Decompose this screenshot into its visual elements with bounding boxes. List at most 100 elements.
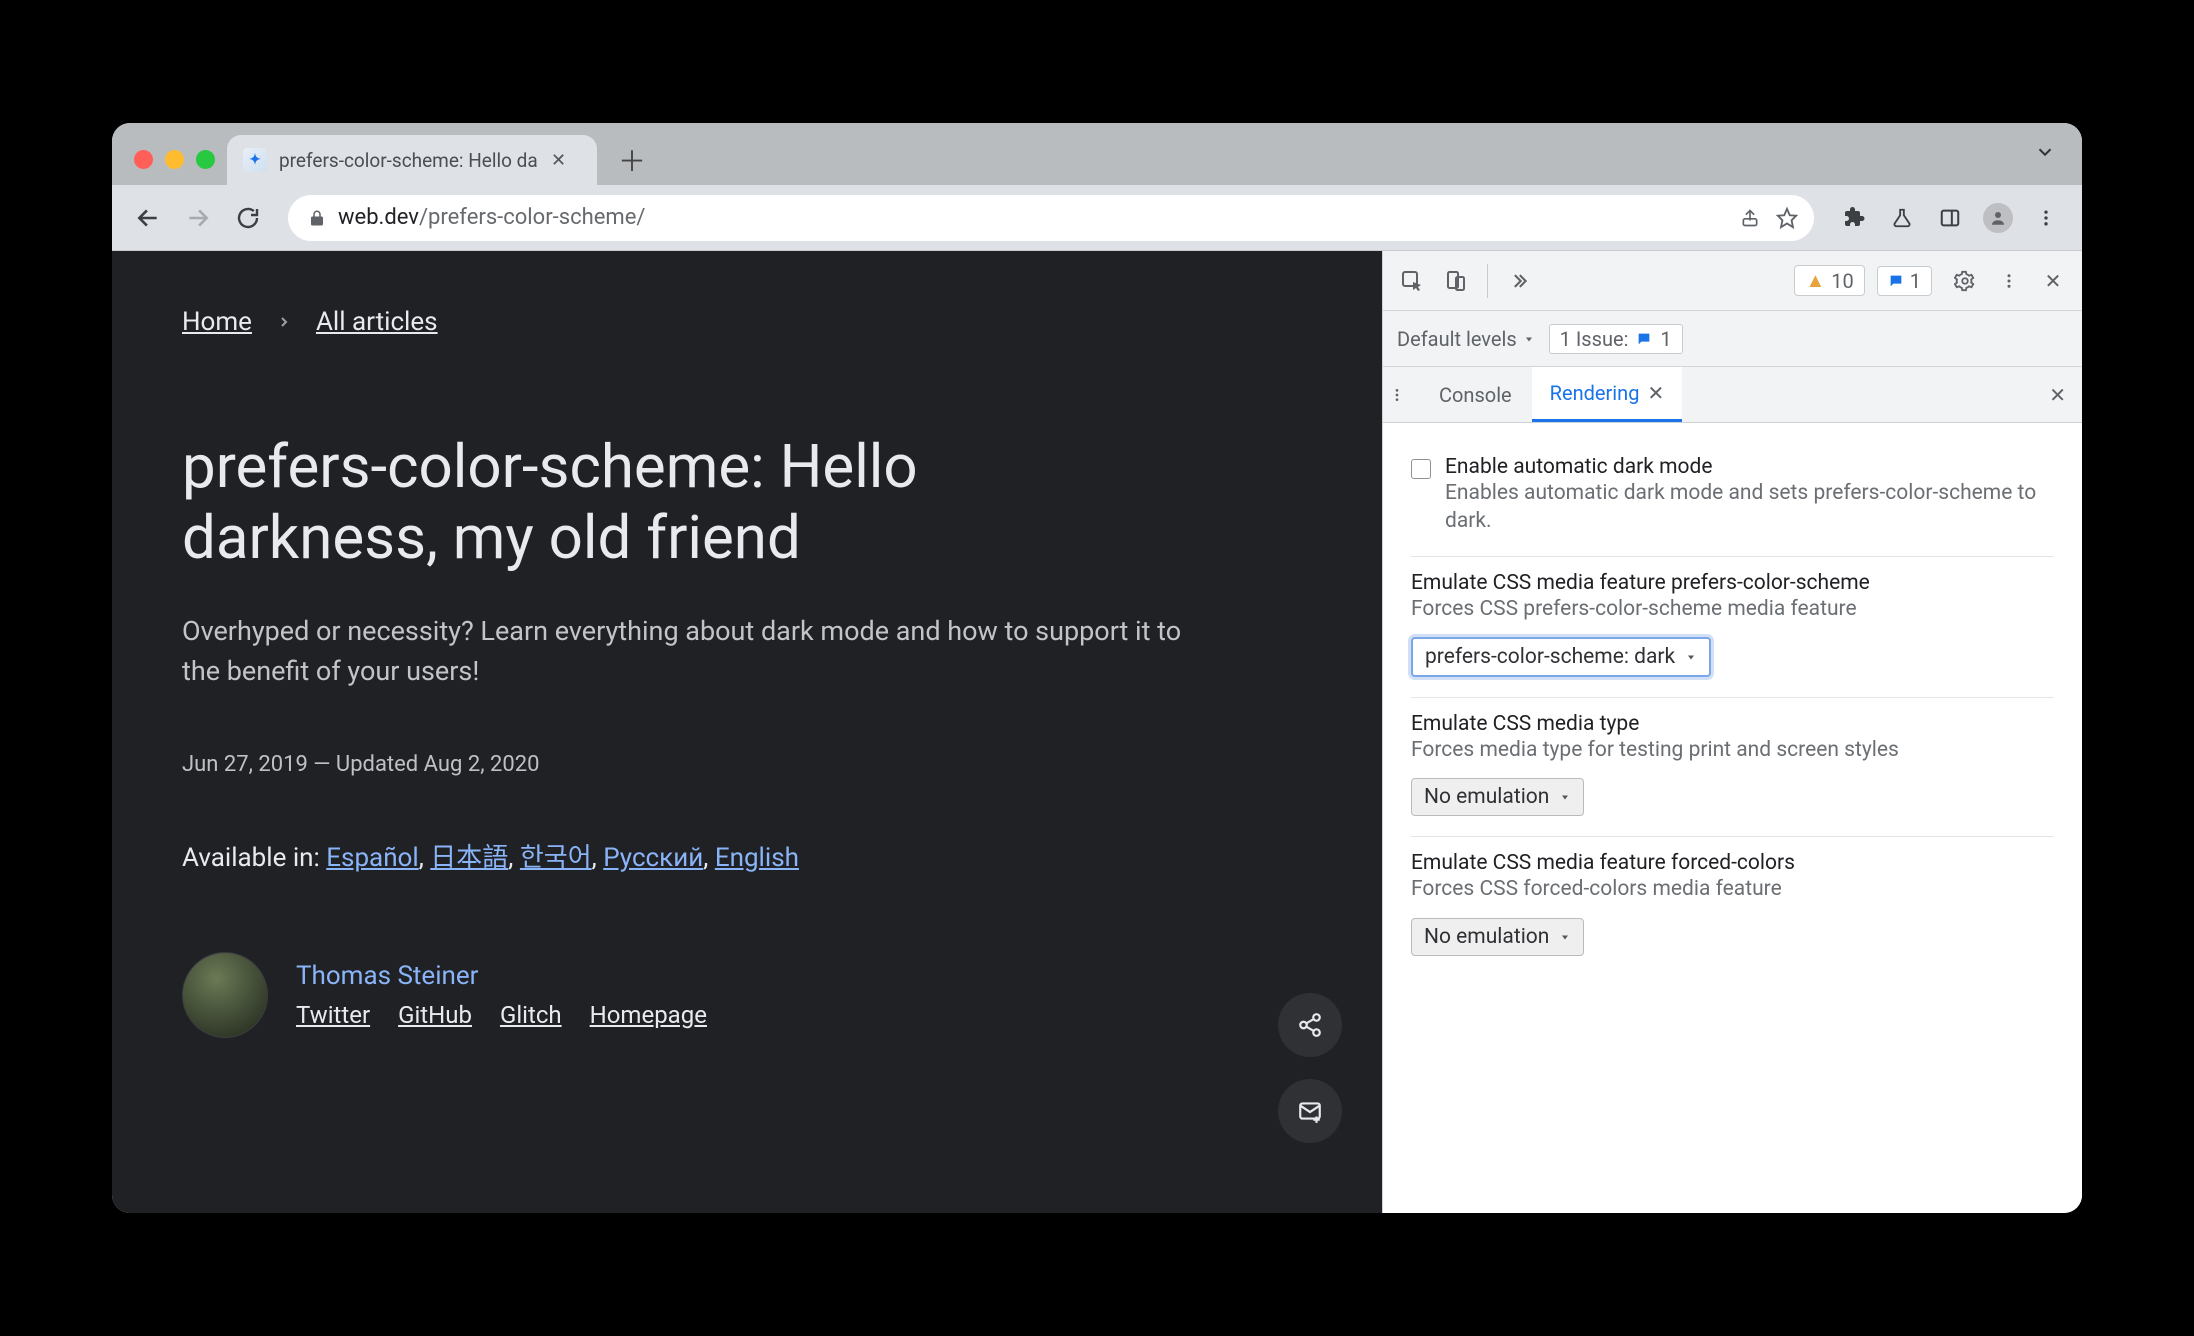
device-toggle-icon[interactable] — [1437, 262, 1475, 300]
window-controls — [124, 150, 227, 185]
content-area: Home All articles prefers-color-scheme: … — [112, 251, 2082, 1213]
minimize-window-button[interactable] — [165, 150, 184, 169]
devtools-settings-icon[interactable] — [1946, 262, 1984, 300]
address-bar[interactable]: web.dev/prefers-color-scheme/ — [288, 195, 1814, 241]
console-filter-bar: Default levels 1 Issue: 1 — [1383, 311, 2082, 367]
chevron-down-icon — [1559, 791, 1571, 803]
author-card: Thomas Steiner Twitter GitHub Glitch Hom… — [182, 952, 1312, 1038]
author-link[interactable]: GitHub — [398, 1001, 472, 1029]
lang-link[interactable]: English — [715, 843, 799, 873]
prefers-color-scheme-select[interactable]: prefers-color-scheme: dark — [1411, 637, 1711, 677]
available-in-label: Available in: — [182, 843, 326, 873]
setting-desc: Forces CSS forced-colors media feature — [1411, 875, 2054, 903]
tab-rendering[interactable]: Rendering ✕ — [1532, 367, 1683, 422]
more-panels-icon[interactable] — [1500, 262, 1538, 300]
setting-title: Emulate CSS media type — [1411, 712, 2054, 736]
setting-desc: Forces media type for testing print and … — [1411, 736, 2054, 764]
side-panel-icon[interactable] — [1928, 196, 1972, 240]
page-title: prefers-color-scheme: Hello darkness, my… — [182, 432, 1082, 574]
profile-button[interactable] — [1976, 196, 2020, 240]
select-value: No emulation — [1424, 785, 1549, 809]
chevron-down-icon — [1685, 651, 1697, 663]
inspect-element-icon[interactable] — [1393, 262, 1431, 300]
chevron-down-icon — [1559, 931, 1571, 943]
media-type-select[interactable]: No emulation — [1411, 778, 1584, 816]
tab-strip: ✦ prefers-color-scheme: Hello da ✕ ＋ — [112, 123, 2082, 185]
log-levels-dropdown[interactable]: Default levels — [1397, 327, 1535, 351]
auto-dark-mode-checkbox[interactable] — [1411, 459, 1431, 479]
lang-link[interactable]: Русский — [603, 843, 703, 873]
lang-link[interactable]: Español — [326, 843, 418, 873]
avatar-icon — [1983, 203, 2013, 233]
drawer-close-icon[interactable]: ✕ — [2049, 383, 2066, 407]
warning-icon: ▲ — [1805, 268, 1825, 293]
tab-rendering-label: Rendering — [1550, 381, 1640, 405]
page-subtitle: Overhyped or necessity? Learn everything… — [182, 612, 1222, 692]
setting-auto-dark-mode: Enable automatic dark mode Enables autom… — [1411, 441, 2054, 557]
issues-chip[interactable]: 1 Issue: 1 — [1549, 324, 1683, 354]
share-icon[interactable] — [1740, 208, 1760, 228]
article-page: Home All articles prefers-color-scheme: … — [112, 251, 1382, 1213]
setting-title: Enable automatic dark mode — [1445, 455, 2054, 479]
lock-icon — [308, 209, 326, 227]
tab-console[interactable]: Console — [1421, 367, 1530, 422]
warnings-chip[interactable]: ▲ 10 — [1794, 265, 1864, 296]
url-path: /prefers-color-scheme/ — [419, 205, 645, 230]
setting-media-type: Emulate CSS media type Forces media type… — [1411, 698, 2054, 837]
author-links: Twitter GitHub Glitch Homepage — [296, 1001, 707, 1029]
devtools-drawer-tabs: Console Rendering ✕ ✕ — [1383, 367, 2082, 423]
select-value: prefers-color-scheme: dark — [1425, 645, 1675, 669]
subscribe-button[interactable] — [1278, 1079, 1342, 1143]
chrome-menu-button[interactable] — [2024, 196, 2068, 240]
setting-title: Emulate CSS media feature forced-colors — [1411, 851, 2054, 875]
tab-favicon: ✦ — [243, 148, 267, 172]
tab-search-button[interactable] — [2034, 141, 2056, 163]
warnings-count: 10 — [1831, 269, 1853, 293]
back-button[interactable] — [126, 196, 170, 240]
setting-title: Emulate CSS media feature prefers-color-… — [1411, 571, 2054, 595]
close-tab-icon[interactable]: ✕ — [1647, 381, 1664, 405]
author-name[interactable]: Thomas Steiner — [296, 961, 707, 991]
breadcrumb-home[interactable]: Home — [182, 307, 252, 337]
lang-link[interactable]: 한국어 — [520, 843, 592, 873]
breadcrumb: Home All articles — [182, 307, 1312, 337]
tab-console-label: Console — [1439, 383, 1512, 407]
share-button[interactable] — [1278, 993, 1342, 1057]
forward-button[interactable] — [176, 196, 220, 240]
devtools-close-icon[interactable]: ✕ — [2034, 262, 2072, 300]
maximize-window-button[interactable] — [196, 150, 215, 169]
breadcrumb-all-articles[interactable]: All articles — [316, 307, 438, 337]
reload-button[interactable] — [226, 196, 270, 240]
author-link[interactable]: Homepage — [590, 1001, 707, 1029]
new-tab-button[interactable]: ＋ — [611, 139, 653, 181]
close-window-button[interactable] — [134, 150, 153, 169]
page-dates: Jun 27, 2019 — Updated Aug 2, 2020 — [182, 752, 1312, 777]
browser-tab[interactable]: ✦ prefers-color-scheme: Hello da ✕ — [227, 135, 597, 185]
browser-window: ✦ prefers-color-scheme: Hello da ✕ ＋ web… — [112, 123, 2082, 1213]
infos-count: 1 — [1910, 269, 1921, 293]
tab-title: prefers-color-scheme: Hello da — [279, 149, 539, 172]
lang-link[interactable]: 日本語 — [430, 843, 508, 873]
setting-desc: Enables automatic dark mode and sets pre… — [1445, 479, 2054, 536]
forced-colors-select[interactable]: No emulation — [1411, 918, 1584, 956]
devtools-menu-icon[interactable] — [1990, 262, 2028, 300]
close-tab-button[interactable]: ✕ — [551, 150, 566, 171]
drawer-more-icon[interactable] — [1389, 387, 1419, 403]
setting-prefers-color-scheme: Emulate CSS media feature prefers-color-… — [1411, 557, 2054, 698]
select-value: No emulation — [1424, 925, 1549, 949]
author-link[interactable]: Twitter — [296, 1001, 370, 1029]
bookmark-star-icon[interactable] — [1776, 207, 1798, 229]
author-link[interactable]: Glitch — [500, 1001, 562, 1029]
infos-chip[interactable]: 1 — [1877, 266, 1932, 296]
labs-flask-icon[interactable] — [1880, 196, 1924, 240]
setting-forced-colors: Emulate CSS media feature forced-colors … — [1411, 837, 2054, 975]
extensions-button[interactable] — [1832, 196, 1876, 240]
devtools-toolbar: ▲ 10 1 ✕ — [1383, 251, 2082, 311]
url-host: web.dev — [338, 205, 419, 230]
toolbar-actions — [1832, 196, 2068, 240]
issue-flag-icon — [1636, 331, 1652, 347]
author-avatar — [182, 952, 268, 1038]
log-levels-label: Default levels — [1397, 327, 1517, 351]
url-text: web.dev/prefers-color-scheme/ — [338, 205, 645, 230]
issues-label: 1 Issue: — [1560, 327, 1629, 351]
